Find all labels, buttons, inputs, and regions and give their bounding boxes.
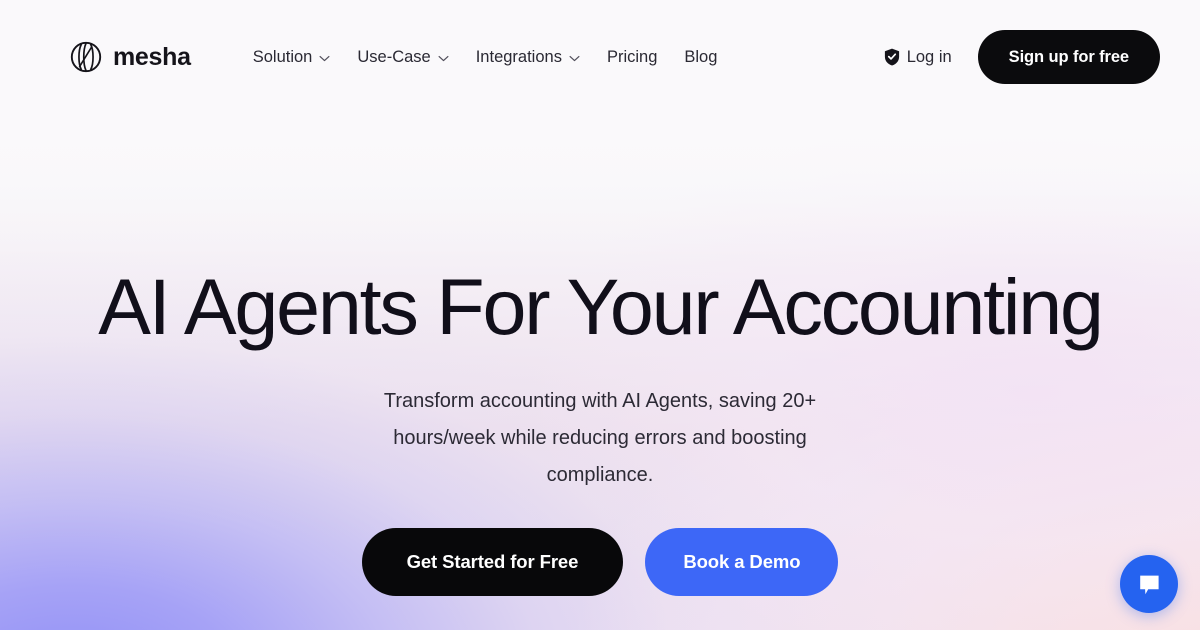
- brand-name: mesha: [113, 42, 191, 71]
- signup-button[interactable]: Sign up for free: [977, 30, 1160, 84]
- nav-item-integrations[interactable]: Integrations: [476, 49, 580, 66]
- hero-cta-group: Get Started for Free Book a Demo: [361, 527, 839, 596]
- nav-item-label: Solution: [252, 47, 313, 66]
- chevron-down-icon: [438, 55, 449, 61]
- site-header: mesha Solution Use-Case Integrations Pri…: [0, 0, 1200, 114]
- login-label: Log in: [906, 47, 952, 66]
- nav-item-label: Use-Case: [357, 47, 431, 66]
- nav-item-label: Blog: [684, 47, 718, 66]
- chat-bubble-icon: [1139, 575, 1159, 594]
- chevron-down-icon: [569, 55, 580, 61]
- mesha-mark-icon: [70, 41, 102, 73]
- login-link[interactable]: Log in: [884, 48, 952, 66]
- book-demo-button[interactable]: Book a Demo: [645, 527, 839, 596]
- chat-widget-button[interactable]: [1120, 555, 1178, 613]
- nav-item-label: Integrations: [475, 47, 562, 66]
- chevron-down-icon: [319, 55, 330, 61]
- landing-page: mesha Solution Use-Case Integrations Pri…: [0, 0, 1200, 630]
- nav-item-label: Pricing: [606, 47, 658, 66]
- hero-section: AI Agents For Your Accounting Transform …: [0, 114, 1200, 630]
- brand-logo-link[interactable]: mesha: [70, 41, 191, 73]
- shield-check-icon: [884, 48, 899, 66]
- nav-item-solution[interactable]: Solution: [253, 49, 331, 66]
- hero-subtitle: Transform accounting with AI Agents, sav…: [383, 389, 817, 486]
- get-started-button[interactable]: Get Started for Free: [361, 527, 624, 596]
- nav-item-blog[interactable]: Blog: [684, 49, 717, 66]
- main-navigation: Solution Use-Case Integrations Pricing B…: [253, 49, 718, 66]
- nav-item-use-case[interactable]: Use-Case: [357, 47, 449, 66]
- nav-item-pricing[interactable]: Pricing: [607, 49, 657, 66]
- hero-title: AI Agents For Your Accounting: [98, 262, 1104, 351]
- header-actions: Log in Sign up for free: [884, 30, 1160, 84]
